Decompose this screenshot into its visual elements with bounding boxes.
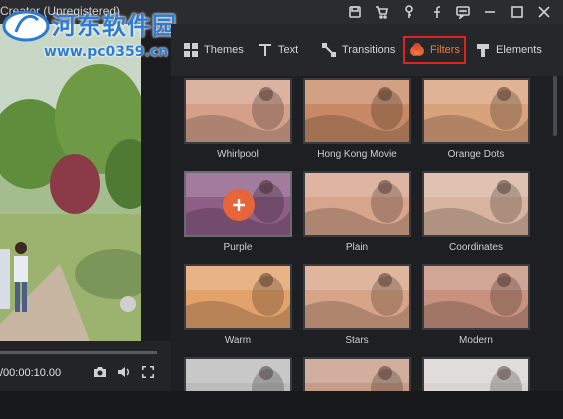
close-icon[interactable]: [530, 2, 557, 22]
tab-themes[interactable]: Themes: [183, 36, 244, 64]
scrollbar-thumb[interactable]: [553, 76, 557, 136]
filter-name: Purple: [223, 242, 253, 253]
filter-thumbnail[interactable]: [422, 357, 530, 391]
filter-name: Hong Kong Movie: [317, 149, 397, 160]
filter-item[interactable]: Coordinates: [422, 171, 530, 253]
filter-thumbnail[interactable]: [184, 264, 292, 330]
filter-name: Modern: [459, 335, 493, 346]
filter-item[interactable]: Modern: [422, 264, 530, 346]
tab-label: Filters: [430, 44, 460, 56]
filter-thumbnail[interactable]: [184, 171, 292, 237]
cart-icon[interactable]: [368, 2, 395, 22]
filter-name: Whirlpool: [217, 149, 259, 160]
filter-item[interactable]: Whirlpool: [184, 78, 292, 160]
filters-icon: [410, 43, 424, 56]
filter-item[interactable]: [422, 357, 530, 391]
filter-thumbnail[interactable]: [303, 78, 411, 144]
tab-label: Text: [278, 44, 299, 56]
elements-icon: [477, 44, 489, 57]
filter-item[interactable]: Orange Dots: [422, 78, 530, 160]
tab-label: Themes: [204, 44, 244, 56]
filter-thumbnail[interactable]: [184, 357, 292, 391]
watermark-url: www.pc0359.cn: [44, 44, 169, 60]
filter-thumbnail[interactable]: [303, 171, 411, 237]
filter-thumbnail[interactable]: [422, 171, 530, 237]
filter-name: Coordinates: [449, 242, 503, 253]
tab-label: Transitions: [342, 44, 396, 56]
add-filter-button[interactable]: [223, 189, 255, 221]
snapshot-icon[interactable]: [93, 365, 107, 379]
tab-elements[interactable]: Elements: [475, 36, 542, 64]
feedback-icon[interactable]: [449, 2, 476, 22]
filter-item[interactable]: Plain: [303, 171, 411, 253]
filter-item[interactable]: Purple: [184, 171, 292, 253]
maximize-icon[interactable]: [503, 2, 530, 22]
time-display: /00:00:10.00: [0, 367, 62, 379]
filter-item[interactable]: Hong Kong Movie: [303, 78, 411, 160]
facebook-icon[interactable]: [422, 2, 449, 22]
text-icon: [259, 44, 271, 56]
transitions-icon: [322, 43, 336, 57]
watermark-logo: [2, 10, 50, 42]
tab-filters[interactable]: Filters: [403, 36, 466, 64]
save-icon[interactable]: [341, 2, 368, 22]
video-preview: [0, 24, 141, 341]
watermark-title: 河东软件园: [52, 11, 177, 40]
filters-grid: Whirlpool Hong Kong Movie Orange Dots Purpl…: [171, 76, 563, 391]
fullscreen-icon[interactable]: [141, 365, 155, 379]
filter-name: Warm: [224, 335, 252, 346]
filter-item[interactable]: [184, 357, 292, 391]
filter-item[interactable]: Stars: [303, 264, 411, 346]
status-bar: [0, 391, 563, 419]
plus-icon: [233, 199, 245, 211]
scrollbar[interactable]: [551, 76, 559, 391]
feature-tabs: Themes Text Transitions Filters Elements: [171, 24, 563, 76]
tab-text[interactable]: Text: [257, 36, 298, 64]
player-controls: /00:00:10.00: [0, 341, 171, 391]
filter-name: Orange Dots: [447, 149, 505, 160]
filter-item[interactable]: Warm: [184, 264, 292, 346]
filter-item[interactable]: [303, 357, 411, 391]
tab-label: Elements: [496, 44, 542, 56]
preview-separator: [141, 24, 171, 391]
filter-thumbnail[interactable]: [184, 78, 292, 144]
filter-thumbnail[interactable]: [303, 264, 411, 330]
filter-thumbnail[interactable]: [303, 357, 411, 391]
filter-thumbnail[interactable]: [422, 78, 530, 144]
filter-thumbnail[interactable]: [422, 264, 530, 330]
tab-transitions[interactable]: Transitions: [321, 36, 395, 64]
progress-bar[interactable]: [0, 351, 157, 354]
filter-name: Stars: [345, 335, 369, 346]
minimize-icon[interactable]: [476, 2, 503, 22]
key-icon[interactable]: [395, 2, 422, 22]
filter-name: Plain: [345, 242, 369, 253]
themes-icon: [184, 43, 198, 57]
volume-icon[interactable]: [117, 365, 131, 379]
